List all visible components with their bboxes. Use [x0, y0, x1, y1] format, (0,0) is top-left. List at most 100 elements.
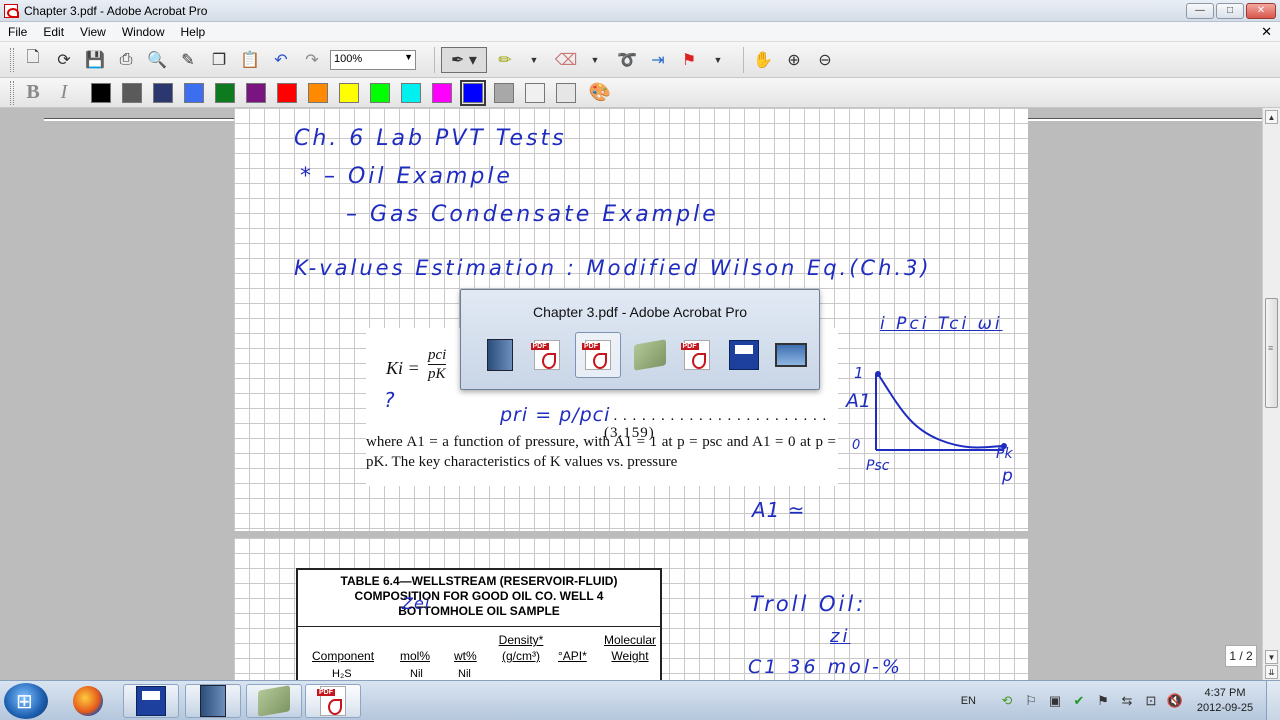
italic-button[interactable]: I: [51, 80, 77, 106]
menu-edit[interactable]: Edit: [35, 25, 72, 39]
redo-icon[interactable]: ↷: [299, 47, 325, 73]
tray-icon-check[interactable]: ✔: [1070, 692, 1088, 710]
search-icon[interactable]: 🔍: [144, 47, 170, 73]
firefox-icon: [73, 686, 103, 716]
color-swatch[interactable]: [277, 82, 297, 103]
color-swatch-selected[interactable]: [460, 79, 486, 106]
close-button[interactable]: ✕: [1246, 3, 1276, 19]
color-swatch[interactable]: [401, 82, 421, 103]
table-cell: H₂S: [332, 668, 352, 680]
color-swatch[interactable]: [246, 82, 266, 103]
create-icon[interactable]: 🗋: [20, 47, 46, 73]
color-swatch[interactable]: [184, 82, 204, 103]
lasso-icon[interactable]: ➰: [614, 47, 640, 73]
maximize-button[interactable]: □: [1216, 3, 1244, 19]
paste-icon[interactable]: 📋: [237, 47, 263, 73]
color-swatch[interactable]: [122, 82, 142, 103]
paper-icon: [258, 685, 290, 717]
organizer-icon[interactable]: ⟳: [51, 47, 77, 73]
document-viewport[interactable]: Ch. 6 Lab PVT Tests * – Oil Example – Ga…: [0, 108, 1262, 680]
toolbar-grip[interactable]: [10, 47, 14, 72]
color-swatch[interactable]: [339, 82, 359, 103]
tray-icon-monitor[interactable]: ▣: [1046, 692, 1064, 710]
table-header-wt: wt%: [454, 649, 477, 663]
clock[interactable]: 4:37 PM 2012-09-25: [1190, 686, 1260, 716]
color-swatch[interactable]: [153, 82, 173, 103]
switcher-app-door[interactable]: [481, 336, 518, 374]
bold-button[interactable]: B: [20, 80, 46, 106]
taskbar-paper-app[interactable]: [246, 684, 302, 718]
color-swatch[interactable]: [91, 82, 111, 103]
table-title-line2: COMPOSITION FOR GOOD OIL CO. WELL 4: [354, 589, 604, 603]
tray-icon-usb[interactable]: ⇆: [1118, 692, 1136, 710]
color-swatch[interactable]: [494, 82, 514, 103]
switcher-app-pdf[interactable]: [678, 336, 715, 374]
vertical-scrollbar[interactable]: ▲ ▼ ⇊: [1262, 108, 1280, 680]
color-swatch[interactable]: [525, 82, 545, 103]
undo-icon[interactable]: ↶: [268, 47, 294, 73]
color-swatch[interactable]: [308, 82, 328, 103]
color-toolbar: B I 🎨: [0, 78, 1280, 108]
taskbar-door-app[interactable]: [185, 684, 241, 718]
toolbar-grip[interactable]: [10, 80, 14, 105]
pen-tool-button[interactable]: ✒ ▾: [441, 46, 487, 73]
handwritten-oil-example: * – Oil Example: [300, 164, 513, 189]
color-swatch[interactable]: [215, 82, 235, 103]
tray-icon-network[interactable]: ⊡: [1142, 692, 1160, 710]
switcher-app-save[interactable]: [725, 336, 762, 374]
switcher-app-paper[interactable]: [631, 336, 668, 374]
color-palette-icon[interactable]: 🎨: [587, 80, 613, 106]
taskbar-acrobat[interactable]: [305, 684, 361, 718]
tray-icon-flag[interactable]: ⚐: [1022, 692, 1040, 710]
handwritten-a1-axis: A1: [846, 390, 872, 412]
tools-icon[interactable]: ✎: [175, 47, 201, 73]
highlighter-icon[interactable]: ✏: [492, 47, 518, 73]
color-swatch[interactable]: [556, 82, 576, 103]
eraser-dropdown[interactable]: ▼: [584, 47, 606, 73]
handwritten-properties: i Pci Tci ωi: [880, 314, 1003, 334]
print-icon[interactable]: ⎙: [113, 47, 139, 73]
scroll-down-icon[interactable]: ▼: [1265, 650, 1278, 664]
scroll-thumb[interactable]: [1265, 298, 1278, 408]
show-desktop-button[interactable]: [1266, 681, 1280, 720]
color-swatch[interactable]: [370, 82, 390, 103]
minimize-button[interactable]: —: [1186, 3, 1214, 19]
close-document-button[interactable]: ✕: [1261, 24, 1272, 40]
switcher-app-pdf[interactable]: [528, 336, 565, 374]
menu-window[interactable]: Window: [114, 25, 173, 39]
copy-icon[interactable]: ❐: [206, 47, 232, 73]
table-header-mol: mol%: [400, 649, 431, 663]
menu-help[interactable]: Help: [173, 25, 214, 39]
save-icon[interactable]: 💾: [82, 47, 108, 73]
chevron-down-icon[interactable]: ▼: [404, 52, 413, 62]
switcher-desktop[interactable]: [772, 336, 809, 374]
tray-icon-update[interactable]: ⟲: [998, 692, 1016, 710]
language-indicator[interactable]: EN: [961, 695, 976, 707]
taskbar-save-app[interactable]: [123, 684, 179, 718]
color-swatch[interactable]: [432, 82, 452, 103]
highlighter-dropdown[interactable]: ▼: [523, 47, 545, 73]
window-controls: — □ ✕: [1182, 0, 1280, 22]
hand-icon[interactable]: ✋: [750, 47, 776, 73]
scroll-up-icon[interactable]: ▲: [1265, 110, 1278, 124]
switcher-app-pdf-selected[interactable]: [575, 332, 621, 378]
taskbar-firefox[interactable]: [60, 684, 116, 718]
zoom-out-icon[interactable]: ⊖: [812, 47, 838, 73]
table-cell: Nil: [410, 668, 423, 680]
menu-file[interactable]: File: [0, 25, 35, 39]
handwritten-pk: Pk: [996, 446, 1013, 462]
flag-dropdown[interactable]: ▼: [707, 47, 729, 73]
zoom-in-icon[interactable]: ⊕: [781, 47, 807, 73]
tray-icon-pin[interactable]: ⚑: [1094, 692, 1112, 710]
pdf-icon: [680, 340, 710, 370]
switcher-title: Chapter 3.pdf - Adobe Acrobat Pro: [532, 304, 748, 320]
menu-view[interactable]: View: [72, 25, 114, 39]
start-button[interactable]: [4, 683, 48, 719]
zoom-select[interactable]: 100% ▼: [330, 49, 416, 70]
table-6-4: TABLE 6.4—WELLSTREAM (RESERVOIR-FLUID) C…: [296, 568, 662, 680]
eraser-icon[interactable]: ⌫: [553, 47, 579, 73]
scroll-down-page-icon[interactable]: ⇊: [1265, 665, 1278, 679]
tray-icon-volume[interactable]: 🔇: [1166, 692, 1184, 710]
flag-icon[interactable]: ⚑: [676, 47, 702, 73]
insert-space-icon[interactable]: ⇥: [645, 47, 671, 73]
